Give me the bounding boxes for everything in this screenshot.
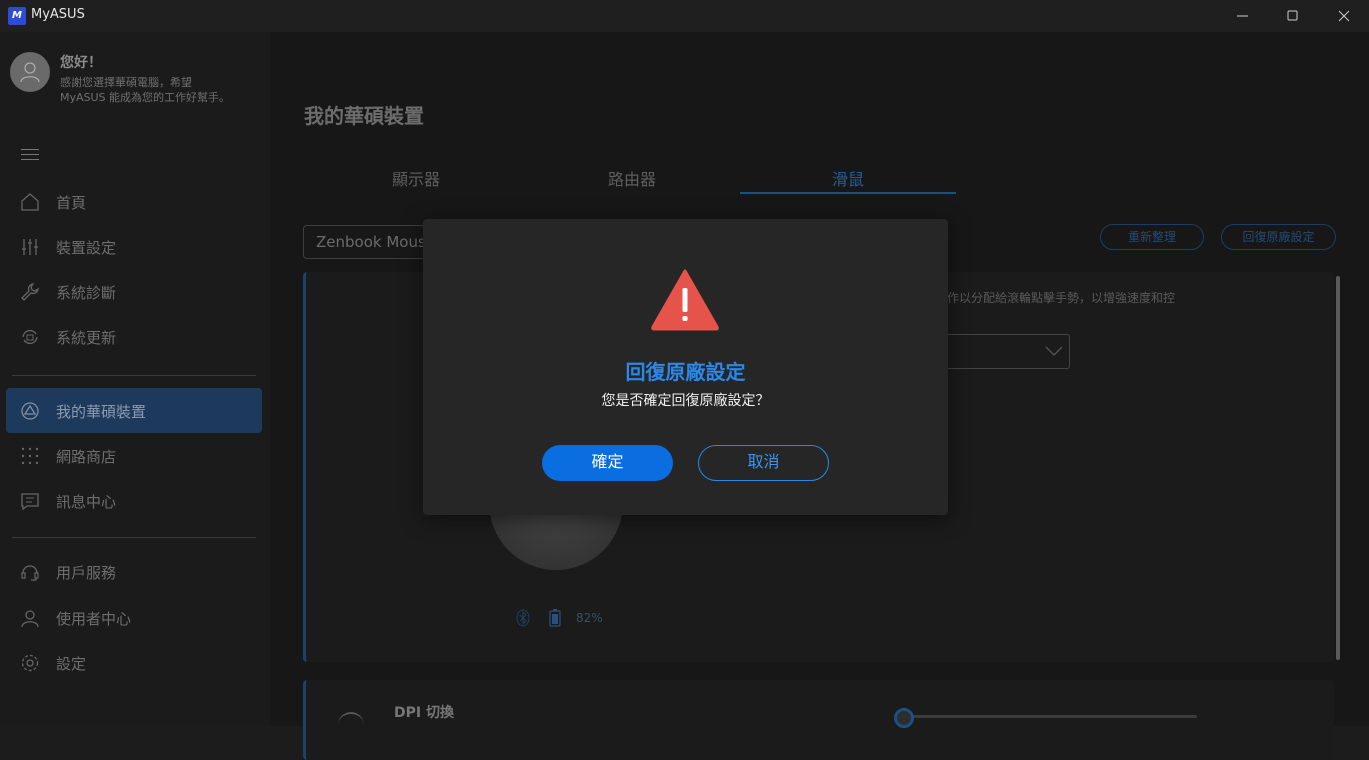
sidebar-item-label: 裝置設定 <box>56 239 117 257</box>
sidebar-item-label: 設定 <box>56 655 87 673</box>
sidebar-item-settings[interactable]: 設定 <box>6 640 262 685</box>
sidebar-item-diagnostics[interactable]: 系統診斷 <box>6 269 262 314</box>
greeting-title: 您好！ <box>60 55 102 71</box>
sidebar-item-label: 網路商店 <box>56 448 117 466</box>
sidebar-item-label: 我的華碩裝置 <box>56 403 147 421</box>
bluetooth-icon <box>516 609 530 627</box>
sidebar-item-messages[interactable]: 訊息中心 <box>6 478 262 523</box>
sidebar-item-user-center[interactable]: 使用者中心 <box>6 595 262 640</box>
dpi-slider-track[interactable] <box>899 715 1197 718</box>
sidebar-item-label: 系統更新 <box>56 329 117 347</box>
chevron-down-icon <box>1045 346 1063 356</box>
sidebar-item-label: 首頁 <box>56 194 87 212</box>
link-devices-icon <box>21 402 39 420</box>
content-scrollbar[interactable] <box>1336 276 1340 660</box>
sidebar-item-label: 使用者中心 <box>56 610 132 628</box>
sidebar: 您好！ 感謝您選擇華碩電腦，希望 MyASUS 能成為您的工作好幫手。 首頁 裝… <box>0 32 270 726</box>
active-tab-indicator <box>740 192 956 194</box>
restore-defaults-dialog: 回復原廠設定 您是否確定回復原廠設定？ 確定 取消 <box>423 219 948 515</box>
refresh-button[interactable]: 重新整理 <box>1100 224 1204 250</box>
gear-icon <box>21 654 39 672</box>
user-avatar-icon <box>20 62 40 83</box>
card-description: 操作以分配給滾輪點擊手勢，以增強速度和控 <box>935 291 1176 305</box>
device-select[interactable]: Zenbook Mouse <box>303 225 433 259</box>
sidebar-divider <box>12 537 256 538</box>
hamburger-menu-icon[interactable] <box>21 149 39 161</box>
app-title: MyASUS <box>31 7 85 22</box>
tab-mouse[interactable]: 滑鼠 <box>740 166 956 190</box>
page-title: 我的華碩裝置 <box>304 104 424 128</box>
dpi-slider-thumb[interactable] <box>894 708 914 728</box>
update-icon <box>22 329 38 345</box>
avatar[interactable] <box>10 52 50 92</box>
sidebar-item-label: 訊息中心 <box>56 493 117 511</box>
sidebar-item-customer-service[interactable]: 用戶服務 <box>6 549 262 594</box>
wrench-icon <box>21 283 39 301</box>
sidebar-item-my-devices[interactable]: 我的華碩裝置 <box>6 388 262 433</box>
sidebar-item-label: 系統診斷 <box>56 284 117 302</box>
grid-icon <box>21 447 39 465</box>
dialog-message: 您是否確定回復原廠設定？ <box>601 393 770 409</box>
myasus-window: M MyASUS 您好！ 感謝您選擇華碩電腦，希望 MyASUS 能成為您的工作… <box>0 0 1369 760</box>
sidebar-divider <box>12 375 256 376</box>
message-icon <box>21 493 39 511</box>
sidebar-item-device-settings[interactable]: 裝置設定 <box>6 224 262 269</box>
cancel-button[interactable]: 取消 <box>698 445 829 481</box>
maximize-button[interactable] <box>1268 0 1318 32</box>
confirm-button[interactable]: 確定 <box>542 445 673 481</box>
sidebar-item-home[interactable]: 首頁 <box>6 179 262 224</box>
close-button[interactable] <box>1319 0 1369 32</box>
dpi-label: DPI 切換 <box>394 705 454 721</box>
user-icon <box>21 610 39 628</box>
sidebar-item-label: 用戶服務 <box>56 564 117 582</box>
home-icon <box>21 193 39 211</box>
sidebar-item-system-update[interactable]: 系統更新 <box>6 314 262 359</box>
restore-defaults-button[interactable]: 回復原廠設定 <box>1221 224 1336 250</box>
dpi-card <box>303 680 1334 760</box>
sidebar-item-store[interactable]: 網路商店 <box>6 433 262 478</box>
minimize-button[interactable] <box>1218 0 1268 32</box>
sliders-icon <box>22 239 38 255</box>
title-bar: M MyASUS <box>0 0 1369 32</box>
battery-icon <box>549 609 561 627</box>
dialog-title: 回復原廠設定 <box>625 360 746 384</box>
warning-icon <box>651 269 719 331</box>
myasus-logo-icon: M <box>8 7 26 25</box>
battery-percent: 82% <box>576 611 603 625</box>
tab-router[interactable]: 路由器 <box>524 166 740 190</box>
greeting-text: 感謝您選擇華碩電腦，希望 MyASUS 能成為您的工作好幫手。 <box>60 76 231 104</box>
headset-icon <box>21 565 39 581</box>
tab-monitor[interactable]: 顯示器 <box>308 166 524 190</box>
